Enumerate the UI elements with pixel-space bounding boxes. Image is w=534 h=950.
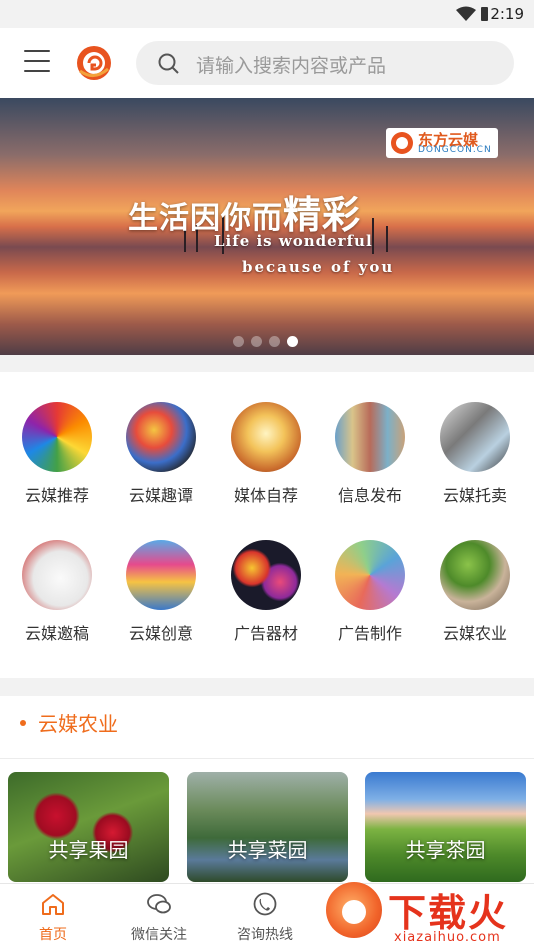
carousel-dot[interactable]: [233, 336, 244, 347]
tree-silhouette: [386, 226, 388, 252]
divider: [0, 758, 534, 759]
watermark: 下载火 xiazaihuo.com: [316, 880, 534, 949]
creative-blocks-icon: [126, 540, 196, 610]
battery-icon: [481, 7, 488, 21]
card-label: 共享菜园: [227, 838, 308, 862]
tab-hotline[interactable]: 咨询热线: [212, 892, 318, 944]
watermark-text: 下载火: [388, 891, 509, 935]
flower-icon: [231, 402, 301, 472]
home-icon: [42, 894, 64, 915]
card-label: 共享果园: [48, 838, 129, 862]
category-label: 媒体自荐: [233, 486, 298, 505]
wifi-icon: [456, 6, 476, 21]
category-item[interactable]: 云媒趣谭: [111, 402, 211, 506]
category-label: 云媒创意: [128, 624, 193, 643]
category-item[interactable]: 广告器材: [216, 540, 316, 644]
carousel-dot-active[interactable]: [287, 336, 298, 347]
category-label: 广告制作: [337, 624, 402, 643]
category-label: 云媒趣谭: [128, 486, 193, 505]
tea-garden-card[interactable]: 共享茶园: [365, 772, 526, 882]
category-label: 云媒农业: [442, 624, 507, 643]
tab-label: 首页: [39, 927, 67, 943]
sprout-hand-icon: [440, 540, 510, 610]
category-label: 广告器材: [233, 624, 298, 643]
banner-brand-domain: DONGCON.CN: [418, 145, 492, 155]
tab-label: 咨询热线: [237, 927, 293, 943]
color-pencils-icon: [22, 402, 92, 472]
category-grid: 云媒推荐 云媒趣谭 媒体自荐 信息发布 云媒托卖 云媒邀稿 云媒创意 广告器材 …: [0, 372, 534, 678]
card-label: 共享茶园: [405, 838, 486, 862]
banner-headline-a: 生活因你而: [128, 201, 283, 236]
category-label: 信息发布: [337, 486, 402, 505]
carousel-dot[interactable]: [251, 336, 262, 347]
category-item[interactable]: 云媒创意: [111, 540, 211, 644]
carousel-indicators: [233, 332, 305, 351]
category-item[interactable]: 云媒托卖: [425, 402, 525, 506]
watermark-domain: xiazaihuo.com: [394, 930, 501, 945]
search-icon: [158, 53, 179, 74]
banner-brand-logo: 东方云媒 DONGCON.CN: [386, 128, 498, 158]
tab-label: 微信关注: [131, 927, 187, 943]
brand-mark-icon: [391, 132, 413, 154]
section-title-text: 云媒农业: [38, 712, 118, 736]
category-label: 云媒托卖: [442, 486, 507, 505]
color-swatch-icon: [335, 540, 405, 610]
app-logo[interactable]: [76, 45, 112, 81]
card-design-icon: [22, 540, 92, 610]
banner-carousel[interactable]: 东方云媒 DONGCON.CN 生活因你而精彩 Life is wonderfu…: [0, 98, 534, 355]
bullet-icon: [20, 719, 26, 726]
category-item[interactable]: 广告制作: [320, 540, 420, 644]
category-item[interactable]: 云媒推荐: [7, 402, 107, 506]
category-item[interactable]: 云媒农业: [425, 540, 525, 644]
banner-english-2: because of you: [242, 258, 395, 276]
tab-wechat[interactable]: 微信关注: [106, 892, 212, 944]
banner-english-1: Life is wonderful: [214, 232, 373, 250]
search-bar[interactable]: 请输入搜索内容或产品: [136, 41, 514, 85]
menu-icon[interactable]: [24, 50, 50, 74]
poster-wall-icon: [335, 402, 405, 472]
category-item[interactable]: 媒体自荐: [216, 402, 316, 506]
status-time: 2:19: [490, 5, 524, 23]
banner-headline: 生活因你而精彩: [128, 184, 361, 239]
carousel-dot[interactable]: [269, 336, 280, 347]
lanterns-icon: [231, 540, 301, 610]
paint-splash-icon: [126, 402, 196, 472]
graffiti-icon: [440, 402, 510, 472]
search-placeholder: 请输入搜索内容或产品: [196, 55, 387, 77]
phone-icon: [253, 892, 277, 916]
orchard-card[interactable]: 共享果园: [8, 772, 169, 882]
category-label: 云媒邀稿: [24, 624, 89, 643]
category-label: 云媒推荐: [24, 486, 89, 505]
chat-icon: [147, 894, 171, 914]
vegetable-garden-card[interactable]: 共享菜园: [187, 772, 348, 882]
category-item[interactable]: 云媒邀稿: [7, 540, 107, 644]
watermark-flame-logo: [326, 882, 382, 938]
tab-home[interactable]: 首页: [0, 892, 106, 944]
section-title: 云媒农业: [20, 708, 118, 737]
banner-headline-b: 精彩: [283, 193, 362, 237]
status-bar: 2:19: [0, 0, 534, 28]
category-item[interactable]: 信息发布: [320, 402, 420, 506]
top-bar: 请输入搜索内容或产品: [0, 28, 534, 98]
